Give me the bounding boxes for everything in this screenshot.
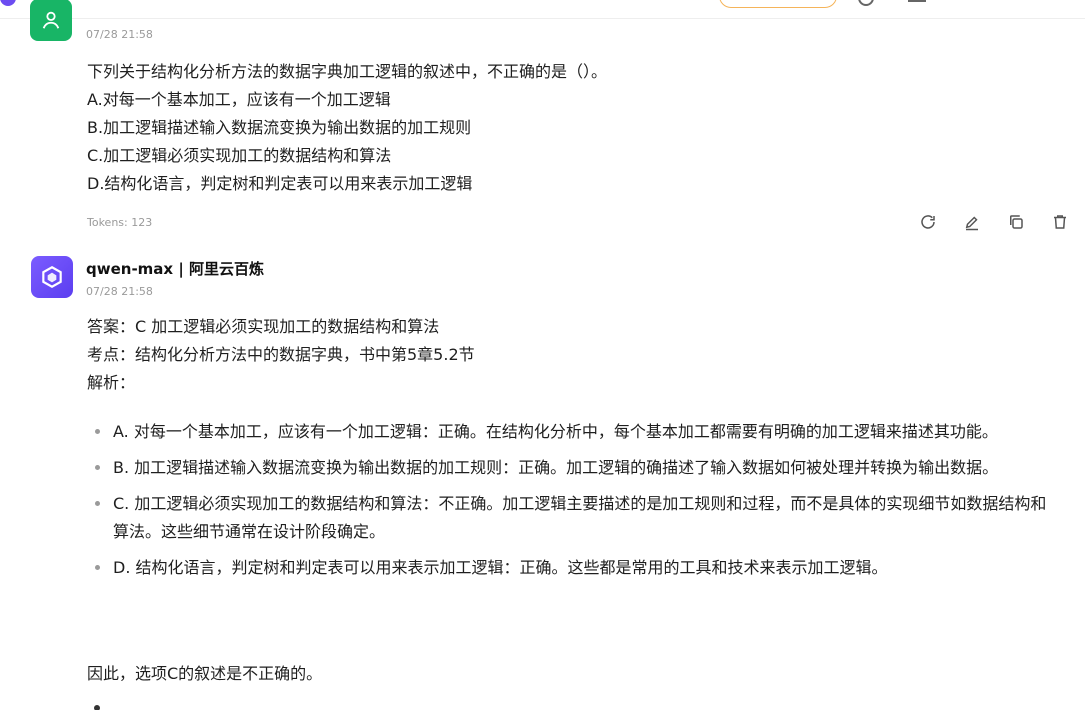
delete-icon	[1054, 215, 1066, 229]
list-item: A. 对每一个基本加工，应该有一个加工逻辑：正确。在结构化分析中，每个基本加工都…	[95, 418, 1055, 446]
user-option-b: B.加工逻辑描述输入数据流变换为输出数据的加工规则	[87, 118, 472, 137]
list-item: D. 结构化语言，判定树和判定表可以用来表示加工逻辑：正确。这些都是常用的工具和…	[95, 554, 1055, 582]
copy-button[interactable]	[1006, 212, 1026, 232]
user-option-d: D.结构化语言，判定树和判定表可以用来表示加工逻辑	[87, 174, 473, 193]
knowledge-point-line: 考点：结构化分析方法中的数据字典，书中第5章5.2节	[87, 345, 475, 364]
answer-line: 答案：C 加工逻辑必须实现加工的数据结构和算法	[87, 317, 440, 336]
message-actions	[918, 212, 1070, 232]
chat-page: 07/28 21:58 下列关于结构化分析方法的数据字典加工逻辑的叙述中，不正确…	[0, 0, 1085, 710]
list-item: B. 加工逻辑描述输入数据流变换为输出数据的加工规则：正确。加工逻辑的确描述了输…	[95, 454, 1055, 482]
copy-icon	[1010, 215, 1023, 229]
next-bullet-icon	[94, 705, 100, 710]
user-option-c: C.加工逻辑必须实现加工的数据结构和算法	[87, 146, 392, 165]
qwen-logo-icon	[42, 266, 62, 288]
assistant-timestamp: 07/28 21:58	[86, 285, 153, 298]
user-timestamp: 07/28 21:58	[86, 28, 153, 41]
user-icon	[42, 11, 60, 29]
edit-icon	[965, 216, 978, 231]
top-bar	[0, 0, 1085, 19]
search-icon[interactable]	[858, 0, 874, 6]
token-count: Tokens: 123	[87, 216, 153, 229]
top-pill-button[interactable]	[719, 0, 837, 8]
conclusion-line: 因此，选项C的叙述是不正确的。	[87, 664, 323, 683]
bot-avatar-icon	[31, 256, 73, 298]
model-name: qwen-max | 阿里云百炼	[86, 260, 265, 278]
list-item: C. 加工逻辑必须实现加工的数据结构和算法：不正确。加工逻辑主要描述的是加工规则…	[95, 490, 1055, 546]
refresh-icon	[921, 215, 935, 229]
app-logo-icon[interactable]	[0, 0, 16, 6]
analysis-list: A. 对每一个基本加工，应该有一个加工逻辑：正确。在结构化分析中，每个基本加工都…	[95, 418, 1055, 590]
regenerate-button[interactable]	[918, 212, 938, 232]
user-question-line: 下列关于结构化分析方法的数据字典加工逻辑的叙述中，不正确的是（）。	[87, 62, 608, 81]
menu-icon[interactable]	[908, 0, 926, 2]
user-option-a: A.对每一个基本加工，应该有一个加工逻辑	[87, 90, 391, 109]
user-avatar-icon	[30, 0, 72, 41]
edit-button[interactable]	[962, 212, 982, 232]
analysis-label: 解析：	[87, 373, 136, 392]
delete-button[interactable]	[1050, 212, 1070, 232]
